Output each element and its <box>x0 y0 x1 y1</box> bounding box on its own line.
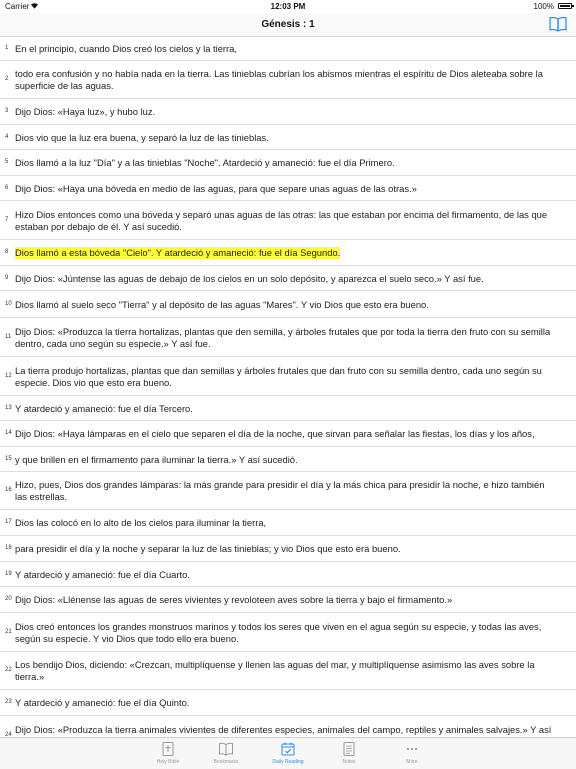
verse-text: para presidir el día y la noche y separa… <box>15 543 401 554</box>
verse-number: 6 <box>5 184 9 191</box>
verse-row[interactable]: 22 Los bendijo Dios, diciendo: «Crezcan, … <box>0 652 576 690</box>
verse-row[interactable]: 19 Y atardeció y amaneció: fue el día Cua… <box>0 562 576 587</box>
verse-number: 11 <box>5 333 12 340</box>
tab-label: Notes <box>342 759 356 765</box>
tab-label: Daily Reading <box>272 759 304 765</box>
bible-book-icon <box>162 742 174 756</box>
verse-text: Y atardeció y amaneció: fue el día Cuart… <box>15 568 190 580</box>
verse-row[interactable]: 12 La tierra produjo hortalizas, plantas … <box>0 357 576 396</box>
verse-text: Dios llamó a la luz "Día" y a las tinieb… <box>15 157 395 168</box>
verse-text: Dios llamó al suelo seco "Tierra" y al d… <box>15 298 429 310</box>
verse-row[interactable]: 14 Dijo Dios: «Haya lámparas en el cielo … <box>0 421 576 447</box>
verse-number: 1 <box>5 45 9 51</box>
verse-row[interactable]: 16 Hizo, pues, Dios dos grandes lámparas:… <box>0 472 576 510</box>
tab-bar: Holy Bible Bookmarks Daily Reading Notes Mor… <box>0 737 576 769</box>
verse-text: Hizo, pues, Dios dos grandes lámparas: l… <box>15 479 545 502</box>
verse-row[interactable]: 13 Y atardeció y amaneció: fue el día Ter… <box>0 396 576 421</box>
verse-row[interactable]: 6 Dijo Dios: «Haya una bóveda en medio de… <box>0 176 576 201</box>
verse-number: 19 <box>5 570 12 577</box>
verse-text: La tierra produjo hortalizas, plantas qu… <box>15 364 542 388</box>
verse-row[interactable]: 21 Dios creó entonces los grandes monstru… <box>0 613 576 652</box>
battery-icon <box>558 3 574 9</box>
verse-number: 8 <box>5 249 9 255</box>
battery-percent: 100% <box>533 2 554 11</box>
verse-text: Dios las colocó en lo alto de los cielos… <box>15 517 267 528</box>
clock: 12:03 PM <box>270 2 306 11</box>
status-bar: Carrier 12:03 PM 100% <box>0 0 576 13</box>
verse-row[interactable]: 20 Dijo Dios: «Llénense las aguas de sere… <box>0 587 576 613</box>
verse-row[interactable]: 18 para presidir el día y la noche y sepa… <box>0 536 576 562</box>
verse-text-highlighted: Dios llamó a esta bóveda "Cielo". Y atar… <box>15 247 341 259</box>
tab-daily-reading[interactable]: Daily Reading <box>258 738 318 769</box>
calendar-check-icon <box>281 742 295 756</box>
page-title: Génesis : 1 <box>261 19 315 30</box>
tab-bookmarks[interactable]: Bookmarks <box>196 738 256 769</box>
verse-row[interactable]: 3 Dijo Dios: «Haya luz», y hubo luz. <box>0 99 576 125</box>
verse-number: 20 <box>5 596 12 602</box>
verse-row[interactable]: 5 Dios llamó a la luz "Día" y a las tinie… <box>0 150 576 176</box>
verse-list[interactable]: 1 En el principio, cuando Dios creó los c… <box>0 37 576 737</box>
notes-icon <box>343 742 355 756</box>
verse-number: 10 <box>5 300 12 307</box>
verse-row[interactable]: 11 Dijo Dios: «Produzca la tierra hortali… <box>0 318 576 357</box>
open-book-icon[interactable] <box>549 16 567 32</box>
verse-row[interactable]: 8 Dios llamó a esta bóveda "Cielo". Y ata… <box>0 240 576 266</box>
verse-number: 15 <box>5 455 12 462</box>
verse-number: 2 <box>5 76 9 82</box>
tab-label: Bookmarks <box>213 759 239 765</box>
verse-number: 18 <box>5 545 12 551</box>
verse-row[interactable]: 7 Hizo Dios entonces como una bóveda y se… <box>0 201 576 240</box>
verse-text: Hizo Dios entonces como una bóveda y sep… <box>15 208 548 232</box>
verse-number: 21 <box>5 628 12 635</box>
verse-text: En el principio, cuando Dios creó los ci… <box>15 43 237 54</box>
verse-number: 23 <box>5 699 12 705</box>
verse-number: 14 <box>5 430 12 436</box>
verse-number: 3 <box>5 108 9 114</box>
verse-row[interactable]: 17 Dios las colocó en lo alto de los ciel… <box>0 510 576 536</box>
verse-text: Dios creó entonces los grandes monstruos… <box>15 620 542 644</box>
verse-text: Y atardeció y amaneció: fue el día Terce… <box>15 402 193 414</box>
verse-number: 13 <box>5 404 12 411</box>
verse-number: 12 <box>5 372 12 379</box>
verse-text: Dijo Dios: «Haya una bóveda en medio de … <box>15 182 417 194</box>
tab-label: Holy Bible <box>156 759 180 765</box>
verse-number: 4 <box>5 133 9 140</box>
verse-text: Dijo Dios: «Haya luz», y hubo luz. <box>15 106 156 117</box>
tab-more[interactable]: More <box>382 738 442 769</box>
verse-row[interactable]: 10 Dios llamó al suelo seco "Tierra" y al… <box>0 291 576 318</box>
verse-text: y que brillen en el firmamento para ilum… <box>15 453 298 465</box>
verse-text: Dijo Dios: «Produzca la tierra hortaliza… <box>15 325 551 349</box>
more-dots-icon <box>406 747 418 751</box>
verse-text: Dijo Dios: «Haya lámparas en el cielo qu… <box>15 428 535 439</box>
tab-notes[interactable]: Notes <box>319 738 379 769</box>
verse-number: 7 <box>5 216 9 223</box>
verse-number: 16 <box>5 487 12 493</box>
verse-number: 22 <box>5 667 12 673</box>
verse-text: Los bendijo Dios, diciendo: «Crezcan, mu… <box>15 659 535 682</box>
verse-number: 17 <box>5 519 12 525</box>
verse-number: 5 <box>5 159 9 165</box>
verse-text: Dijo Dios: «Llénense las aguas de seres … <box>15 594 453 605</box>
verse-number: 9 <box>5 274 9 281</box>
verse-text: todo era confusión y no había nada en la… <box>15 68 543 91</box>
nav-bar: Génesis : 1 <box>0 13 576 37</box>
verse-row[interactable]: 15 y que brillen en el firmamento para il… <box>0 447 576 472</box>
verse-row[interactable]: 9 Dijo Dios: «Júntense las aguas de debaj… <box>0 266 576 291</box>
verse-text: Y atardeció y amaneció: fue el día Quint… <box>15 697 190 708</box>
verse-text: Dijo Dios: «Produzca la tierra animales … <box>15 724 552 735</box>
tab-label: More <box>406 759 418 765</box>
tab-holy-bible[interactable]: Holy Bible <box>138 738 198 769</box>
verse-row[interactable]: 4 Dios vio que la luz era buena, y separó… <box>0 125 576 150</box>
open-book-icon <box>219 742 233 756</box>
verse-text: Dijo Dios: «Júntense las aguas de debajo… <box>15 272 484 284</box>
verse-row[interactable]: 24 Dijo Dios: «Produzca la tierra animale… <box>0 716 576 737</box>
verse-text: Dios vio que la luz era buena, y separó … <box>15 131 269 143</box>
verse-row[interactable]: 23 Y atardeció y amaneció: fue el día Qui… <box>0 690 576 716</box>
verse-row[interactable]: 2 todo era confusión y no había nada en l… <box>0 61 576 99</box>
verse-row[interactable]: 1 En el principio, cuando Dios creó los c… <box>0 37 576 61</box>
